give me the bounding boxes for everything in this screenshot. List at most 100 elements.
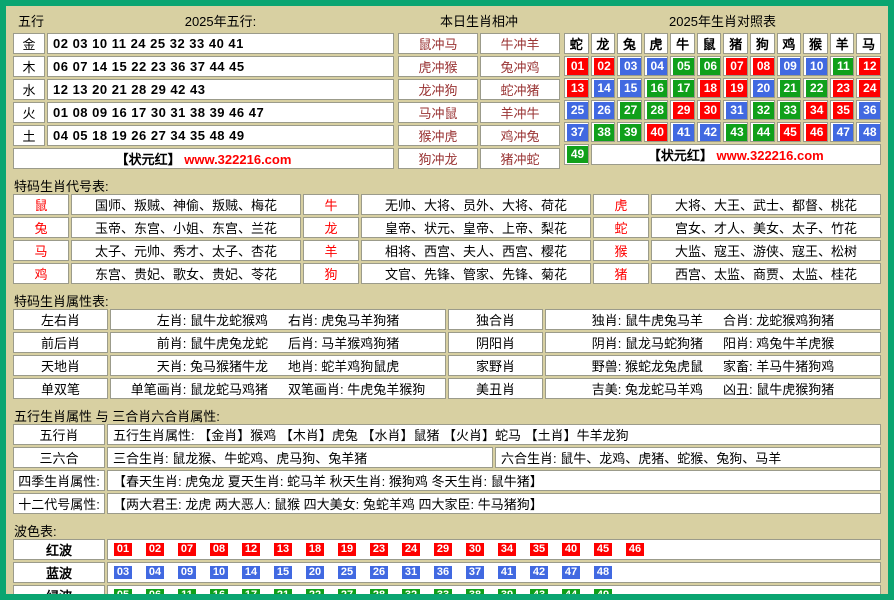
- number-ball: 26: [370, 566, 388, 579]
- number-ball: 04: [647, 58, 668, 75]
- zodiac-name: 马: [856, 33, 881, 54]
- brand-site-link[interactable]: www.322216.com: [184, 152, 291, 167]
- attribute-content-pair: 前肖: 鼠牛虎兔龙蛇后肖: 马羊猴鸡狗猪: [113, 333, 443, 352]
- attribute-content: 独肖: 鼠牛虎兔马羊合肖: 龙蛇猴鸡狗猪: [545, 309, 881, 330]
- zodiac-name: 兔: [617, 33, 642, 54]
- zodiac-codename-table: 鼠国师、叛贼、神偷、叛贼、梅花牛无帅、大将、员外、大将、荷花虎大将、大王、武士、…: [11, 192, 883, 286]
- zodiac-codenames: 西宫、太监、商贾、太监、桂花: [651, 263, 881, 284]
- zodiac-header-row: 2025年生肖对照表: [564, 10, 881, 31]
- zodiac-number-cell: 13: [564, 78, 589, 98]
- attribute-content-pair: 天肖: 兔马猴猪牛龙地肖: 蛇羊鸡狗鼠虎: [113, 356, 443, 375]
- number-ball: 07: [726, 58, 747, 75]
- clash-header-row: 本日生肖相冲: [398, 10, 560, 31]
- attr-section-title: 特码生肖属性表:: [14, 291, 883, 307]
- table-row: 绿波05061116172122272832333839434449: [13, 585, 881, 600]
- number-ball: 32: [402, 589, 420, 600]
- attribute-text: 独肖: 鼠牛虎兔马羊: [592, 310, 703, 329]
- zodiac-codenames: 大监、寇王、游侠、寇王、松树: [651, 240, 881, 261]
- number-ball: 39: [498, 589, 516, 600]
- number-ball: 16: [210, 589, 228, 600]
- number-ball: 35: [530, 543, 548, 556]
- number-ball: 30: [466, 543, 484, 556]
- clash-pair: 猪冲蛇: [480, 148, 560, 169]
- zodiac-number-cell: 22: [803, 78, 828, 98]
- number-ball: 16: [647, 80, 668, 97]
- attribute-content: 野兽: 猴蛇龙兔虎鼠家畜: 羊马牛猪狗鸡: [545, 355, 881, 376]
- zodiac-label: 狗: [303, 263, 359, 284]
- code-section-title: 特码生肖代号表:: [14, 176, 883, 192]
- number-ball: 18: [700, 80, 721, 97]
- element-numbers: 12 13 20 21 28 29 42 43: [47, 79, 394, 100]
- zodiac-number-cell: 14: [591, 78, 616, 98]
- number-ball: 46: [626, 543, 644, 556]
- number-ball: 24: [402, 543, 420, 556]
- number-ball: 18: [306, 543, 324, 556]
- zodiac-footer-row: 49 【状元红】 www.322216.com: [564, 144, 881, 165]
- row-content: 【两大君王: 龙虎 两大恶人: 鼠猴 四大美女: 兔蛇羊鸡 四大家臣: 牛马猪狗…: [107, 493, 881, 514]
- attribute-text: 家畜: 羊马牛猪狗鸡: [723, 356, 834, 375]
- number-ball: 14: [242, 566, 260, 579]
- number-ball: 43: [726, 124, 747, 141]
- table-row: 010203040506070809101112: [564, 56, 881, 76]
- row-label: 四季生肖属性:: [13, 470, 105, 491]
- five-element-attribute-table: 五行肖 五行生肖属性: 【金肖】猴鸡 【木肖】虎兔 【水肖】鼠猪 【火肖】蛇马 …: [11, 422, 883, 516]
- clash-pair: 狗冲龙: [398, 148, 478, 169]
- element-numbers: 04 05 18 19 26 27 34 35 48 49: [47, 125, 394, 146]
- number-ball: 38: [594, 124, 615, 141]
- attribute-content-pair: 独肖: 鼠牛虎兔马羊合肖: 龙蛇猴鸡狗猪: [548, 310, 878, 329]
- wave-numbers: 03040910141520252631363741424748: [107, 562, 881, 583]
- zodiac-label: 牛: [303, 194, 359, 215]
- zodiac-names-row: 蛇龙兔虎牛鼠猪狗鸡猴羊马: [564, 33, 881, 54]
- element-numbers: 01 08 09 16 17 30 31 38 39 46 47: [47, 102, 394, 123]
- attribute-text: 凶丑: 鼠牛虎猴狗猪: [723, 379, 834, 398]
- number-ball: 10: [806, 58, 827, 75]
- clash-pair: 羊冲牛: [480, 102, 560, 123]
- zodiac-number-cell: 10: [803, 56, 828, 76]
- table-row: 狗冲龙猪冲蛇: [398, 148, 560, 169]
- number-ball: 31: [726, 102, 747, 119]
- zodiac-number-cell: 01: [564, 56, 589, 76]
- zodiac-number-cell: 31: [723, 100, 748, 120]
- number-ball: 42: [530, 566, 548, 579]
- zodiac-number-cell: 35: [830, 100, 855, 120]
- number-ball: 13: [274, 543, 292, 556]
- number-ball: 49: [594, 589, 612, 600]
- zodiac-clash-table: 本日生肖相冲 鼠冲马牛冲羊虎冲猴兔冲鸡龙冲狗蛇冲猪马冲鼠羊冲牛猴冲虎鸡冲兔狗冲龙…: [396, 8, 562, 171]
- number-ball: 35: [833, 102, 854, 119]
- row-content: 三合生肖: 鼠龙猴、牛蛇鸡、虎马狗、兔羊猪: [107, 447, 493, 468]
- zodiac-number-table: 2025年生肖对照表 蛇龙兔虎牛鼠猪狗鸡猴羊马01020304050607080…: [562, 8, 883, 167]
- number-ball: 44: [753, 124, 774, 141]
- zodiac-number-cell: 18: [697, 78, 722, 98]
- zodiac-number-cell: 49: [564, 144, 589, 165]
- number-ball: 11: [178, 589, 196, 600]
- brand-site-link[interactable]: www.322216.com: [717, 148, 824, 163]
- attribute-content: 吉美: 兔龙蛇马羊鸡凶丑: 鼠牛虎猴狗猪: [545, 378, 881, 399]
- clash-pair: 马冲鼠: [398, 102, 478, 123]
- zodiac-number-cell: 23: [830, 78, 855, 98]
- zodiac-number-cell: 28: [644, 100, 669, 120]
- clash-pair: 猴冲虎: [398, 125, 478, 146]
- number-ball: 09: [178, 566, 196, 579]
- attribute-text: 后肖: 马羊猴鸡狗猪: [288, 333, 399, 352]
- zodiac-number-cell: 40: [644, 122, 669, 142]
- number-ball: 03: [114, 566, 132, 579]
- zodiac-number-cell: 07: [723, 56, 748, 76]
- table-row: 金02 03 10 11 24 25 32 33 40 41: [13, 33, 394, 54]
- zodiac-name: 龙: [591, 33, 616, 54]
- number-ball: 47: [562, 566, 580, 579]
- number-ball: 02: [594, 58, 615, 75]
- number-ball: 13: [567, 80, 588, 97]
- table-row: 十二代号属性: 【两大君王: 龙虎 两大恶人: 鼠猴 四大美女: 兔蛇羊鸡 四大…: [13, 493, 881, 514]
- attribute-label: 前后肖: [13, 332, 108, 353]
- table-row: 龙冲狗蛇冲猪: [398, 79, 560, 100]
- zodiac-number-cell: 06: [697, 56, 722, 76]
- zodiac-number-cell: 15: [617, 78, 642, 98]
- zodiac-number-cell: 42: [697, 122, 722, 142]
- attribute-label: 天地肖: [13, 355, 108, 376]
- row-label: 三六合: [13, 447, 105, 468]
- wuxing-attr-section-title: 五行生肖属性 与 三合肖六合肖属性:: [14, 406, 883, 422]
- attribute-text: 右肖: 虎兔马羊狗猪: [288, 310, 399, 329]
- clash-pair: 虎冲猴: [398, 56, 478, 77]
- wave-label: 绿波: [13, 585, 105, 600]
- element-label: 土: [13, 125, 45, 146]
